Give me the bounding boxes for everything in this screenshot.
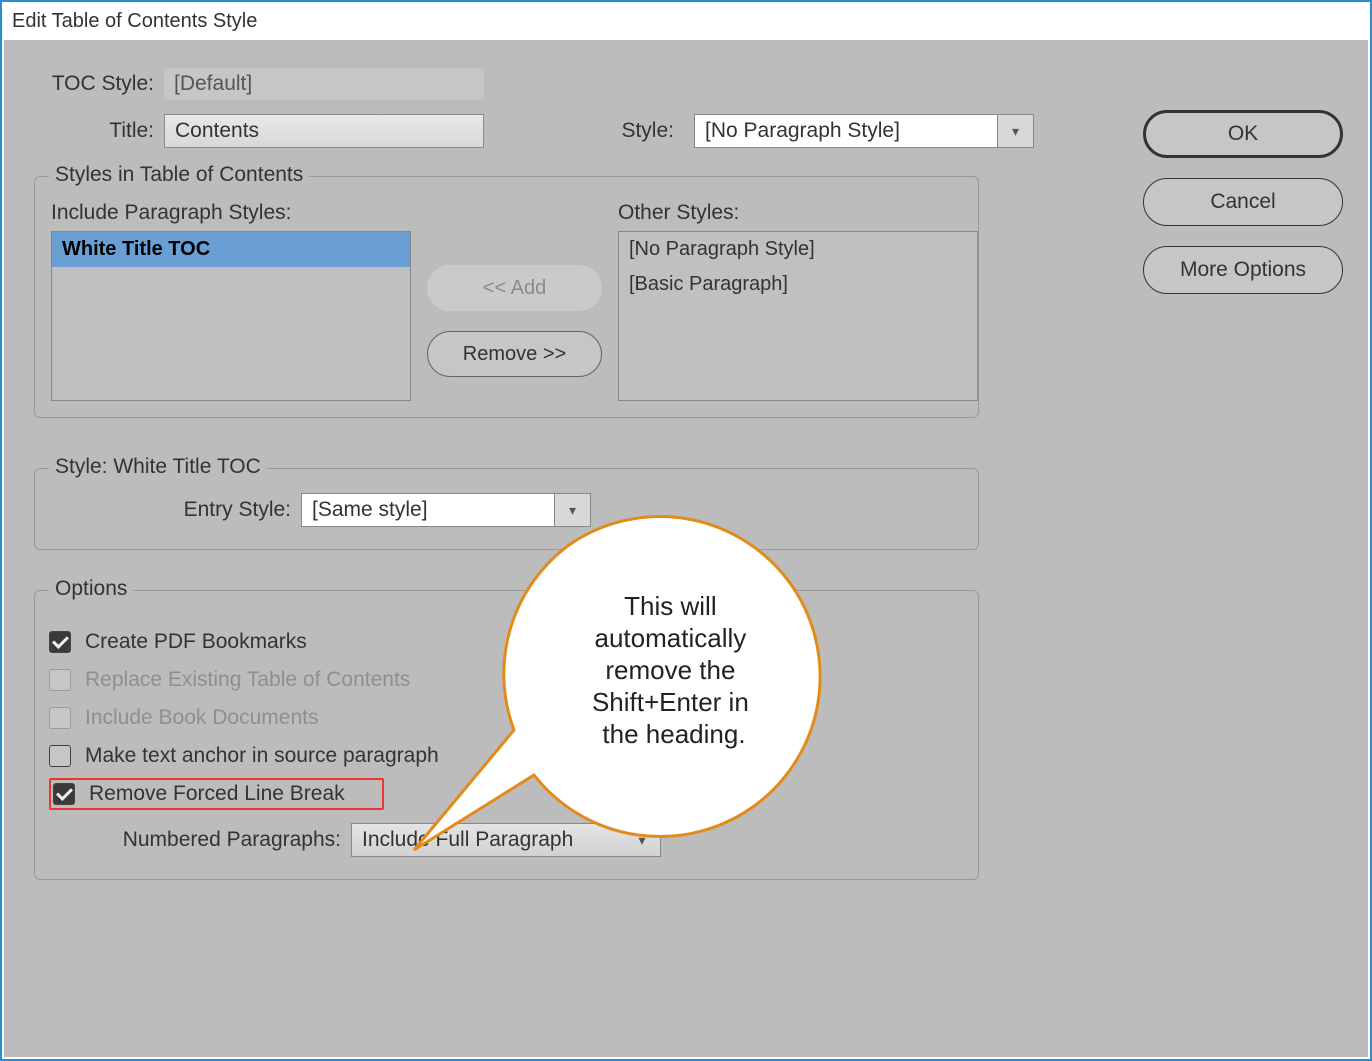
checkbox-label: Create PDF Bookmarks	[85, 630, 307, 654]
chevron-down-icon: ▾	[554, 494, 590, 526]
checkbox-label: Replace Existing Table of Contents	[85, 668, 410, 692]
highlight-box: Remove Forced Line Break	[49, 778, 384, 810]
checkbox-label: Include Book Documents	[85, 706, 318, 730]
list-item[interactable]: [Basic Paragraph]	[619, 267, 977, 302]
remove-button[interactable]: Remove >>	[427, 331, 602, 377]
checkbox-row-remove-forced-line-break: Remove Forced Line Break	[49, 777, 964, 811]
style-detail-legend: Style: White Title TOC	[49, 455, 267, 479]
dialog-window: Edit Table of Contents Style TOC Style: …	[0, 0, 1372, 1061]
paragraph-style-value: [No Paragraph Style]	[695, 115, 997, 147]
entry-style-select[interactable]: [Same style] ▾	[301, 493, 591, 527]
entry-style-value: [Same style]	[302, 494, 554, 526]
titlebar: Edit Table of Contents Style	[2, 2, 1370, 40]
other-label: Other Styles:	[618, 201, 978, 225]
dialog-buttons: OK Cancel More Options	[1143, 110, 1343, 294]
options-group: Options Create PDF Bookmarks Replace Exi…	[34, 590, 979, 880]
paragraph-style-select[interactable]: [No Paragraph Style] ▾	[694, 114, 1034, 148]
window-title: Edit Table of Contents Style	[12, 10, 257, 33]
toc-style-label: TOC Style:	[34, 72, 164, 96]
checkbox-row-replace-existing: Replace Existing Table of Contents	[49, 663, 964, 697]
cancel-button[interactable]: Cancel	[1143, 178, 1343, 226]
checkbox[interactable]	[53, 783, 75, 805]
checkbox-row-include-book: Include Book Documents	[49, 701, 964, 735]
title-label: Title:	[34, 119, 164, 143]
styles-group-legend: Styles in Table of Contents	[49, 163, 309, 187]
styles-group: Styles in Table of Contents Include Para…	[34, 176, 979, 418]
toc-style-value: [Default]	[164, 68, 484, 100]
checkbox-row-pdf-bookmarks: Create PDF Bookmarks	[49, 625, 964, 659]
numbered-paragraphs-label: Numbered Paragraphs:	[49, 828, 351, 852]
checkbox	[49, 669, 71, 691]
options-legend: Options	[49, 577, 133, 601]
include-listbox[interactable]: White Title TOC	[51, 231, 411, 401]
more-options-button[interactable]: More Options	[1143, 246, 1343, 294]
style-detail-group: Style: White Title TOC Entry Style: [Sam…	[34, 468, 979, 550]
chevron-down-icon: ▾	[624, 824, 660, 856]
list-item[interactable]: White Title TOC	[52, 232, 410, 267]
checkbox-label: Remove Forced Line Break	[89, 782, 345, 806]
chevron-down-icon: ▾	[997, 115, 1033, 147]
entry-style-label: Entry Style:	[51, 498, 301, 522]
checkbox	[49, 707, 71, 729]
ok-button[interactable]: OK	[1143, 110, 1343, 158]
other-column: Other Styles: [No Paragraph Style] [Basi…	[618, 201, 978, 401]
style-label: Style:	[554, 119, 684, 143]
title-input[interactable]	[164, 114, 484, 148]
numbered-paragraphs-select[interactable]: Include Full Paragraph ▾	[351, 823, 661, 857]
include-label: Include Paragraph Styles:	[51, 201, 411, 225]
dialog-body: TOC Style: [Default] Title: Style: [No P…	[4, 40, 1368, 1057]
numbered-paragraphs-value: Include Full Paragraph	[352, 824, 624, 856]
checkbox-row-text-anchor: Make text anchor in source paragraph	[49, 739, 964, 773]
add-button: << Add	[427, 265, 602, 311]
list-item[interactable]: [No Paragraph Style]	[619, 232, 977, 267]
checkbox[interactable]	[49, 745, 71, 767]
other-listbox[interactable]: [No Paragraph Style] [Basic Paragraph]	[618, 231, 978, 401]
transfer-buttons: << Add Remove >>	[427, 201, 602, 401]
checkbox[interactable]	[49, 631, 71, 653]
include-column: Include Paragraph Styles: White Title TO…	[51, 201, 411, 401]
checkbox-label: Make text anchor in source paragraph	[85, 744, 439, 768]
